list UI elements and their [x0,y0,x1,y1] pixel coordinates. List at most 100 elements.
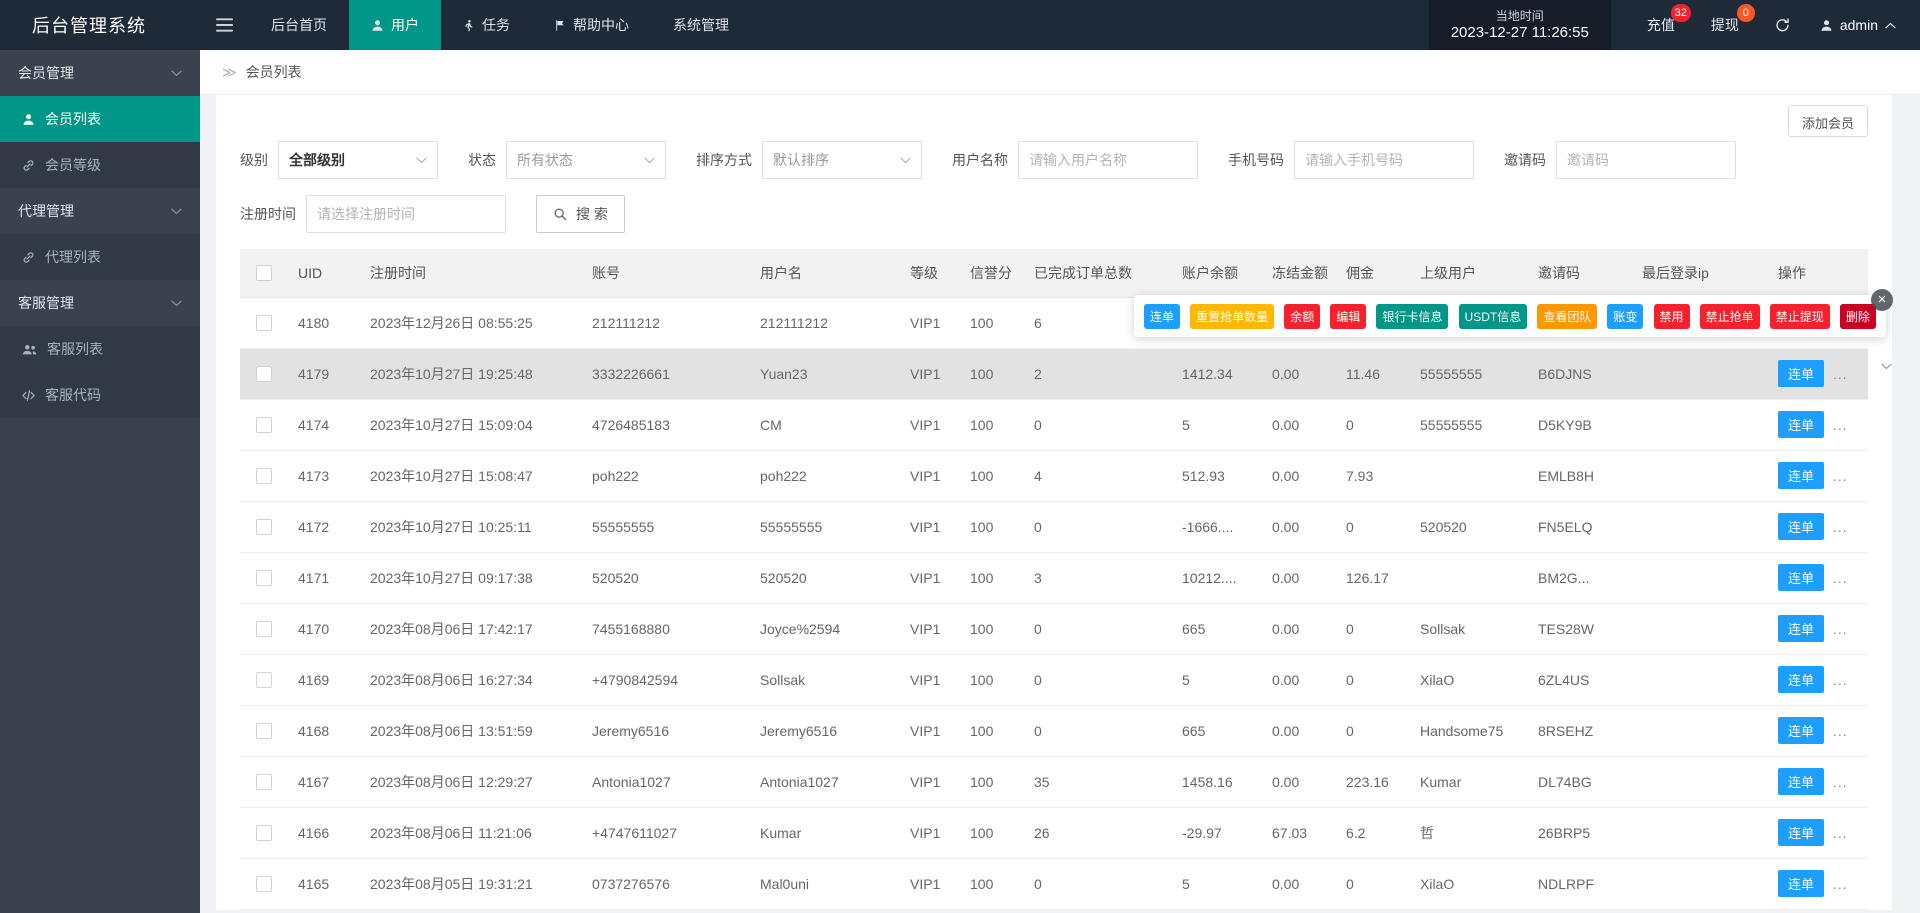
sidebar-item-代理列表[interactable]: 代理列表 [0,234,200,280]
cell-actions: 连单... [1768,807,1868,859]
row-checkbox[interactable] [256,672,272,689]
cell-username: Jeremy6516 [750,705,900,757]
cell-credit: 100 [960,705,1024,757]
status-select[interactable]: 所有状态 [506,141,666,179]
liandan-button[interactable]: 连单 [1778,819,1825,846]
sort-select[interactable]: 默认排序 [762,141,922,179]
nav-item-帮助中心[interactable]: 帮助中心 [532,0,651,50]
more-actions-button[interactable]: ... [1833,417,1848,433]
close-icon[interactable]: × [1871,289,1893,311]
row-checkbox[interactable] [256,876,272,893]
cell-commission: 0 [1336,501,1410,553]
admin-menu[interactable]: admin [1820,17,1896,33]
cell-ip [1632,807,1768,859]
cell-orders: 0 [1024,501,1172,553]
cell-account: 3332226661 [582,348,750,400]
invite-input[interactable] [1556,141,1736,179]
nav-item-用户[interactable]: 用户 [349,0,441,50]
more-actions-button[interactable]: ... [1833,825,1848,841]
popup-button-禁用[interactable]: 禁用 [1653,303,1690,329]
popup-button-禁止抢单[interactable]: 禁止抢单 [1699,303,1760,329]
status-select-value: 所有状态 [517,152,573,168]
refresh-icon[interactable] [1775,17,1790,33]
filter-bar: 级别 全部级别 状态 所有状态 排序方式 默认排序 用户名称 请输入用户名称 手… [240,141,1868,233]
row-checkbox[interactable] [256,315,272,332]
nav-item-系统管理[interactable]: 系统管理 [651,0,751,50]
cell-level: VIP1 [900,807,960,859]
withdraw-button[interactable]: 提现 0 [1711,4,1755,35]
sidebar-item-会员管理[interactable]: 会员管理 [0,50,200,96]
cell-level: VIP1 [900,756,960,808]
sidebar-item-客服管理[interactable]: 客服管理 [0,280,200,326]
more-actions-button[interactable]: ... [1833,366,1848,382]
more-actions-button[interactable]: ... [1833,468,1848,484]
regtime-input[interactable] [306,195,506,233]
row-checkbox[interactable] [256,519,272,536]
level-select[interactable]: 全部级别 [278,141,438,179]
popup-button-账变[interactable]: 账变 [1607,303,1644,329]
add-member-button[interactable]: 添加会员 [1787,105,1868,137]
nav-item-后台首页[interactable]: 后台首页 [249,0,349,50]
liandan-button[interactable]: 连单 [1778,717,1825,744]
column-header: UID [288,249,360,298]
member-table: UID 注册时间 账号 用户名 等级 信誉分 已完成订单总数 账户余额 冻结金额 佣金 上级用户 邀请… [240,249,1893,910]
recharge-button[interactable]: 充值 32 [1647,4,1691,35]
topbar-right: 当地时间 2023-12-27 11:26:55 充值 32 提现 0 admi… [1428,0,1920,50]
table-row: 4166 2023年08月06日 11:21:06 +4747611027 Kumar… [240,807,1868,859]
more-actions-button[interactable]: ... [1833,723,1848,739]
sidebar-item-代理管理[interactable]: 代理管理 [0,188,200,234]
user-icon [1820,19,1833,32]
search-button[interactable]: 搜 索 [536,195,625,233]
sidebar-item-客服列表[interactable]: 客服列表 [0,326,200,372]
popup-button-重置抢单数量[interactable]: 重置抢单数量 [1190,303,1275,329]
cell-balance: 1458.16 [1172,756,1262,808]
more-actions-button[interactable]: ... [1833,570,1848,586]
row-checkbox[interactable] [256,621,272,638]
chevron-down-icon[interactable] [1881,363,1892,370]
row-checkbox[interactable] [256,825,272,842]
row-checkbox[interactable] [256,570,272,587]
row-checkbox-cell [240,501,288,553]
row-checkbox[interactable] [256,723,272,740]
liandan-button[interactable]: 连单 [1778,360,1825,387]
row-checkbox[interactable] [256,366,272,383]
popup-button-银行卡信息[interactable]: 银行卡信息 [1376,303,1449,329]
liandan-button[interactable]: 连单 [1778,513,1825,540]
popup-button-余额[interactable]: 余额 [1284,303,1321,329]
liandan-button[interactable]: 连单 [1778,870,1825,897]
sidebar-item-label: 会员列表 [45,111,101,127]
more-actions-button[interactable]: ... [1833,774,1848,790]
more-actions-button[interactable]: ... [1833,672,1848,688]
row-checkbox[interactable] [256,468,272,485]
popup-button-禁止提现[interactable]: 禁止提现 [1769,303,1830,329]
admin-name: admin [1839,17,1878,33]
row-checkbox[interactable] [256,417,272,434]
sidebar-item-客服代码[interactable]: 客服代码 [0,372,200,418]
more-actions-button[interactable]: ... [1833,876,1848,892]
popup-button-查看团队[interactable]: 查看团队 [1537,303,1598,329]
cell-balance: 665 [1172,705,1262,757]
phone-input[interactable] [1294,141,1474,179]
hamburger-icon[interactable] [200,0,249,50]
link-icon [22,251,35,264]
popup-button-编辑[interactable]: 编辑 [1330,303,1367,329]
popup-button-删除[interactable]: 删除 [1839,303,1876,329]
liandan-button[interactable]: 连单 [1778,768,1825,795]
select-all-checkbox[interactable] [256,265,272,282]
more-actions-button[interactable]: ... [1833,519,1848,535]
cell-invite: D5KY9B [1528,399,1632,451]
sidebar-item-会员列表[interactable]: 会员列表 [0,96,200,142]
liandan-button[interactable]: 连单 [1778,615,1825,642]
popup-button-USDT信息[interactable]: USDT信息 [1458,303,1528,329]
sidebar-item-会员等级[interactable]: 会员等级 [0,142,200,188]
row-checkbox[interactable] [256,774,272,791]
liandan-button[interactable]: 连单 [1778,462,1825,489]
nav-item-任务[interactable]: 任务 [441,0,532,50]
liandan-button[interactable]: 连单 [1778,411,1825,438]
liandan-button[interactable]: 连单 [1778,564,1825,591]
sidebar-item-label: 代理列表 [45,249,101,265]
username-input[interactable] [1018,141,1198,179]
liandan-button[interactable]: 连单 [1778,666,1825,693]
more-actions-button[interactable]: ... [1833,621,1848,637]
popup-button-连单[interactable]: 连单 [1144,303,1181,329]
